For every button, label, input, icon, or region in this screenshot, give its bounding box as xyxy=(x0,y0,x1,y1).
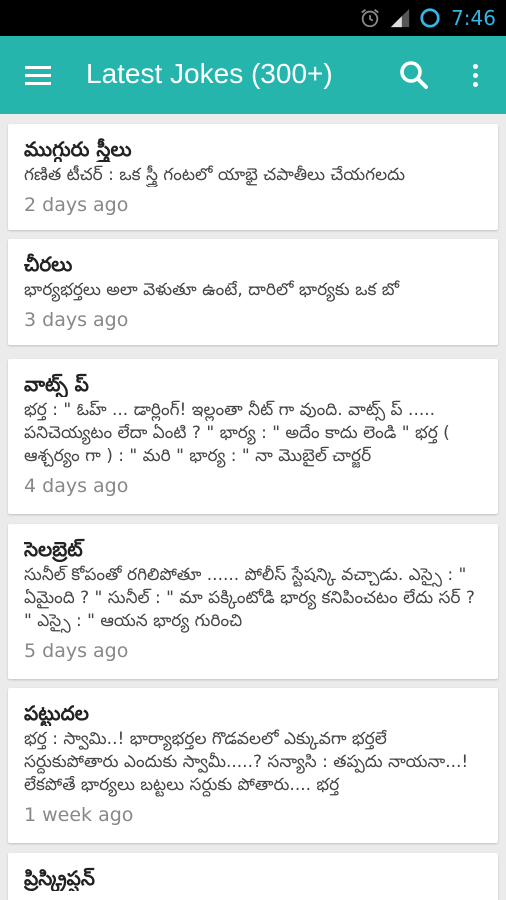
joke-card[interactable]: ప్రిస్క్రిప్షన్ xyxy=(8,853,498,900)
joke-card[interactable]: వాట్స్ ప్ భర్త : " ఓహ్ ... డార్లింగ్! ఇల… xyxy=(8,359,498,514)
joke-title: సెలబ్రెట్ xyxy=(24,537,83,561)
app-title: Latest Jokes (300+) xyxy=(86,58,333,89)
joke-list[interactable]: ముగ్గురు స్త్రీలు గణిత టీచర్ : ఒక స్త్రీ… xyxy=(0,114,506,900)
alarm-icon xyxy=(361,9,379,28)
joke-timestamp: 5 days ago xyxy=(24,640,129,662)
joke-title: ముగ్గురు స్త్రీలు xyxy=(24,137,132,161)
joke-card[interactable]: సెలబ్రెట్ సునీల్ కోపంతో రగిలిపోతూ ......… xyxy=(8,524,498,679)
joke-preview: గణిత టీచర్ : ఒక స్త్రీ గంటలో యాభై చపాతీల… xyxy=(24,165,406,185)
app-bar: Latest Jokes (300+) xyxy=(0,36,506,114)
joke-timestamp: 4 days ago xyxy=(24,475,129,497)
joke-card[interactable]: పట్టుదల భర్త : స్వామి..! భార్యాభర్తల గొడ… xyxy=(8,688,498,843)
status-bar: 7:46 xyxy=(0,0,506,36)
menu-icon[interactable] xyxy=(18,55,58,95)
joke-timestamp: 1 week ago xyxy=(24,804,134,826)
joke-title: పట్టుదల xyxy=(24,701,89,725)
joke-timestamp: 2 days ago xyxy=(24,194,129,216)
joke-preview: సునీల్ కోపంతో రగిలిపోతూ ...... పోలీస్ స్… xyxy=(24,565,475,631)
joke-preview: భర్త : స్వామి..! భార్యాభర్తల గొడవలలో ఎక్… xyxy=(24,729,469,795)
more-vert-icon[interactable] xyxy=(462,57,488,93)
joke-title: చీరలు xyxy=(24,252,73,276)
joke-card[interactable]: ముగ్గురు స్త్రీలు గణిత టీచర్ : ఒక స్త్రీ… xyxy=(8,124,498,230)
joke-title: వాట్స్ ప్ xyxy=(24,372,89,396)
status-time: 7:46 xyxy=(451,6,496,30)
joke-preview: భార్యభర్తలు అలా వెళుతూ ఉంటే, దారిలో భార్… xyxy=(24,280,400,300)
signal-icon xyxy=(390,8,410,28)
joke-card[interactable]: చీరలు భార్యభర్తలు అలా వెళుతూ ఉంటే, దారిల… xyxy=(8,239,498,345)
joke-timestamp: 3 days ago xyxy=(24,309,129,331)
status-icons: 7:46 xyxy=(359,0,496,36)
search-icon[interactable] xyxy=(396,57,432,93)
joke-title: ప్రిస్క్రిప్షన్ xyxy=(24,866,95,890)
joke-preview: భర్త : " ఓహ్ ... డార్లింగ్! ఇల్లంతా నీట్… xyxy=(24,400,450,466)
sync-icon xyxy=(420,8,440,28)
